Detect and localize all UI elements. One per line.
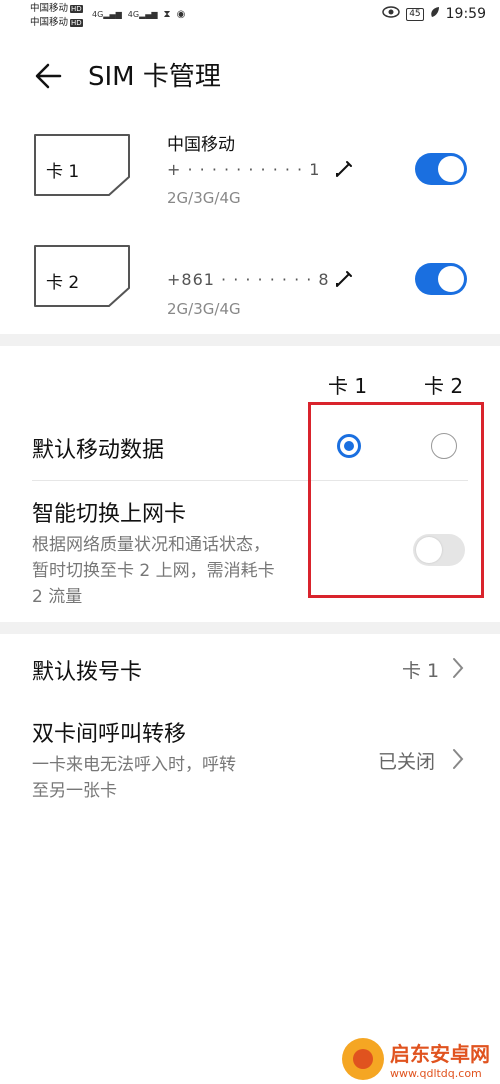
chevron-right-icon (453, 749, 464, 769)
sim-1-toggle[interactable] (415, 153, 467, 185)
smart-switch-desc-3: 2 流量 (32, 587, 83, 607)
edit-sim-1-button[interactable] (333, 158, 355, 184)
sim-1-carrier: 中国移动 (167, 135, 235, 155)
sim-1-number: + · · · · · · · · · · 1 (167, 160, 321, 179)
edit-sim-2-button[interactable] (333, 268, 355, 294)
pencil-icon (336, 271, 352, 287)
status-carrier-2: 中国移动 HD (30, 17, 83, 29)
page-title: SIM 卡管理 (88, 62, 221, 92)
call-forward-desc-1: 一卡来电无法呼入时，呼转 (32, 755, 236, 775)
carrier-1-label: 中国移动 (30, 3, 69, 14)
pencil-icon (336, 161, 352, 177)
eye-icon (382, 6, 400, 22)
section-separator (0, 334, 500, 346)
status-carrier-1: 中国移动 HD (30, 3, 83, 15)
column-card-1: 卡 1 (328, 374, 368, 398)
call-forward-desc-2: 至另一张卡 (32, 781, 117, 801)
default-dial-value[interactable]: 卡 1 (402, 656, 439, 683)
watermark-text: 启东安卓网 www.qdltdq.com (390, 1038, 490, 1080)
default-data-label: 默认移动数据 (32, 438, 165, 463)
sim-card-2-label: 卡 2 (46, 273, 80, 293)
highlight-box (308, 402, 484, 598)
status-right: 45 19:59 (382, 6, 486, 22)
leaf-icon (430, 6, 440, 22)
app-notification-icon: ◉ (176, 9, 186, 20)
smart-switch-desc-2: 暂时切换至卡 2 上网，需消耗卡 (32, 561, 275, 581)
back-button[interactable] (30, 56, 70, 96)
watermark-logo-icon (342, 1038, 384, 1080)
battery-icon: 45 (406, 7, 424, 21)
hourglass-icon: ⧗ (163, 9, 171, 20)
default-dial-label[interactable]: 默认拨号卡 (32, 654, 142, 686)
clock-time: 19:59 (445, 6, 486, 22)
toggle-knob (438, 266, 464, 292)
watermark-url: www.qdltdq.com (390, 1067, 482, 1080)
smart-switch-title: 智能切换上网卡 (32, 502, 187, 527)
hd-badge: HD (70, 4, 83, 13)
carrier-2-label: 中国移动 (30, 17, 69, 28)
signal-icon: 4G▂▄▆ (92, 10, 122, 19)
watermark-title: 启东安卓网 (390, 1042, 490, 1066)
sim-card-1-label: 卡 1 (46, 162, 80, 182)
sim-2-number: +861 · · · · · · · · 8 (167, 270, 330, 289)
call-forward-title[interactable]: 双卡间呼叫转移 (32, 716, 186, 748)
sim-2-networks: 2G/3G/4G (167, 300, 241, 318)
call-forward-value[interactable]: 已关闭 (378, 747, 435, 774)
signal-icon: 4G▂▄▆ (127, 10, 158, 19)
sim-2-toggle[interactable] (415, 263, 467, 295)
watermark: 启东安卓网 www.qdltdq.com (342, 1038, 490, 1080)
toggle-knob (438, 156, 464, 182)
hd-badge: HD (70, 18, 83, 27)
status-icons: 4G▂▄▆ 4G▂▄▆ ⧗ ◉ (92, 9, 185, 20)
sim-1-networks: 2G/3G/4G (167, 189, 241, 207)
column-card-2: 卡 2 (424, 374, 464, 398)
chevron-right-icon (453, 658, 464, 678)
arrow-left-icon (35, 63, 62, 89)
smart-switch-desc-1: 根据网络质量状况和通话状态， (32, 535, 270, 555)
section-separator (0, 622, 500, 634)
